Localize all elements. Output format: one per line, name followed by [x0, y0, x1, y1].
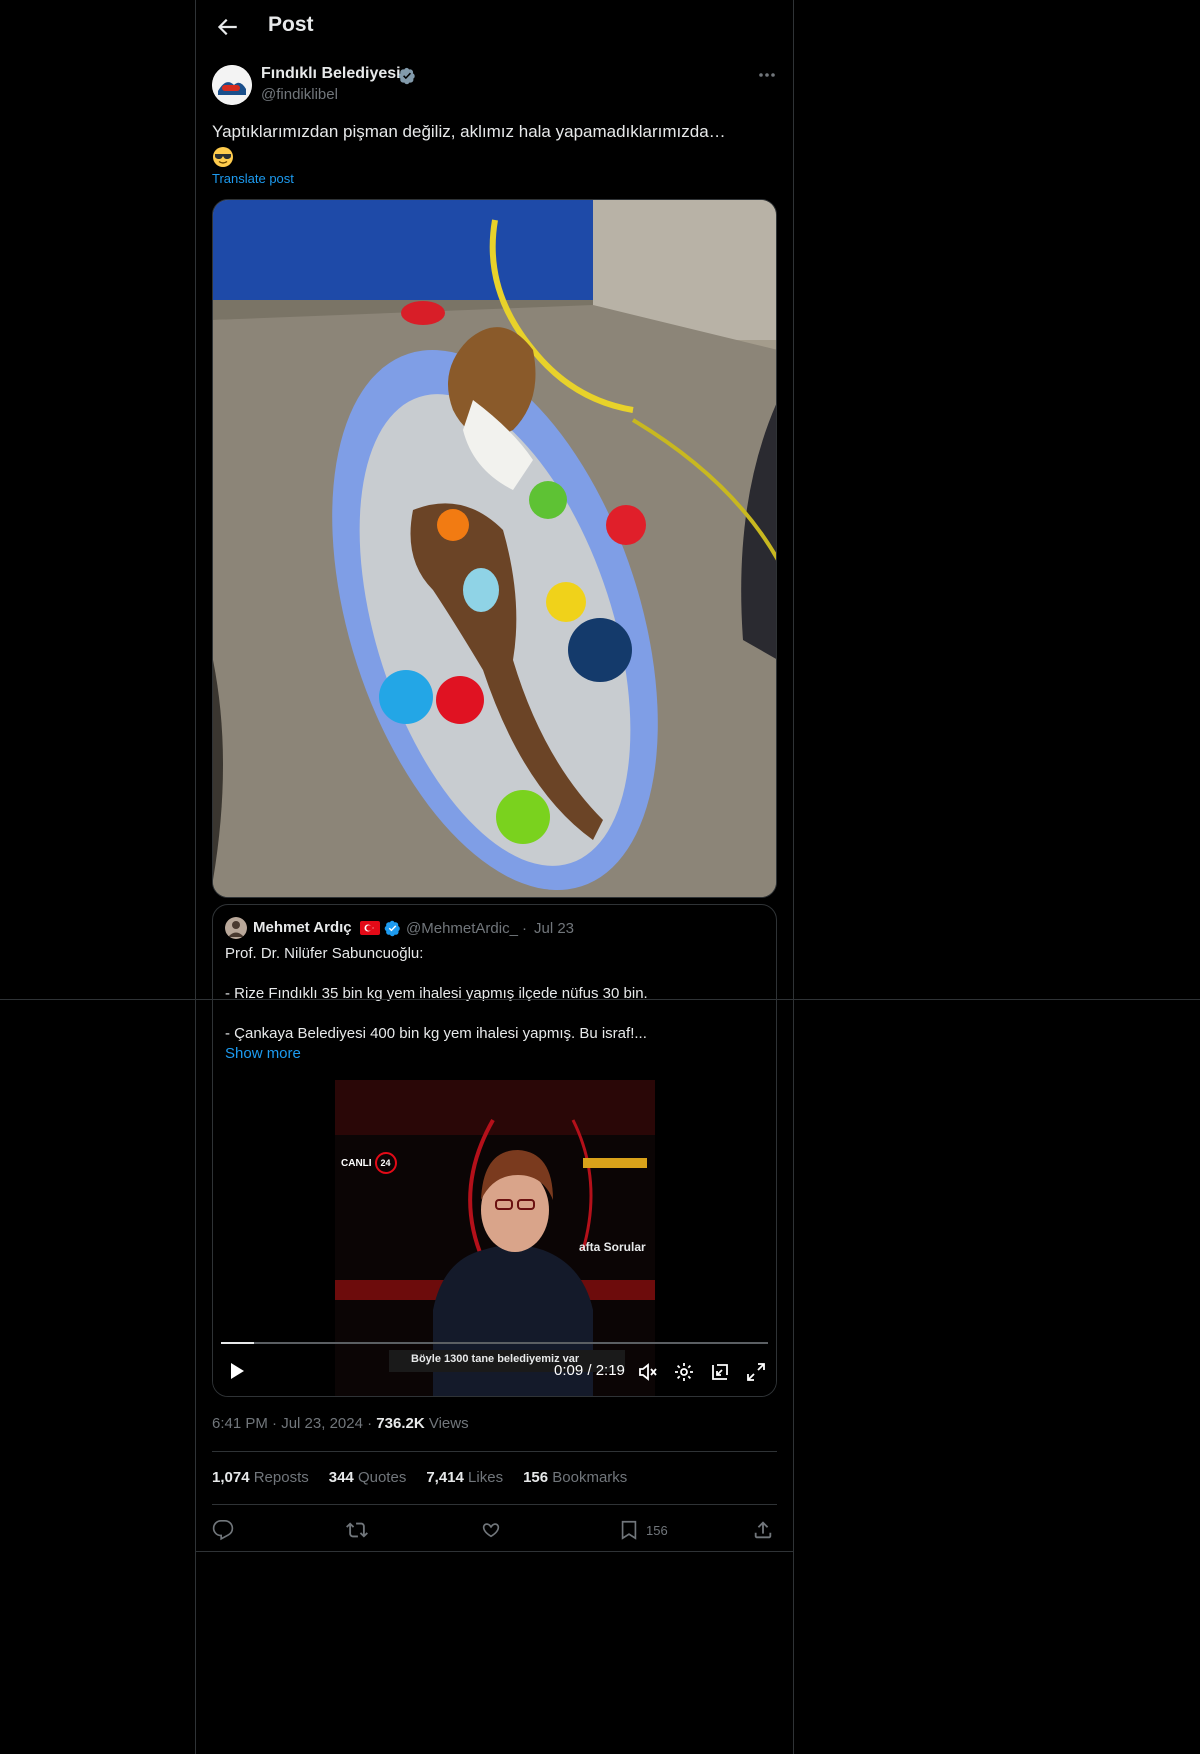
engagement-stats: 1,074 Reposts 344 Quotes 7,414 Likes 156…: [212, 1469, 627, 1486]
video-time: 0:09 / 2:19: [554, 1362, 625, 1379]
stat-likes[interactable]: 7,414 Likes: [426, 1469, 503, 1486]
post-header: Post: [196, 0, 793, 54]
action-bar: 156: [196, 1510, 793, 1550]
verified-badge-icon: [384, 920, 400, 937]
settings-gear-icon[interactable]: [673, 1361, 695, 1383]
bookmark-icon: [621, 1520, 637, 1540]
reply-icon: [212, 1520, 234, 1541]
author-name[interactable]: Fındıklı Belediyesi: [261, 65, 401, 83]
post-photo[interactable]: [212, 199, 777, 898]
quote-text-line: - Çankaya Belediyesi 400 bin kg yem ihal…: [225, 1025, 647, 1042]
verified-badge-icon: [398, 67, 415, 85]
quoted-post[interactable]: Mehmet Ardıç @MehmetArdic_ · Jul 23 Prof…: [212, 904, 777, 1397]
stat-bookmarks[interactable]: 156 Bookmarks: [523, 1469, 627, 1486]
stat-count: 7,414: [426, 1469, 464, 1486]
stat-count: 344: [328, 1469, 354, 1486]
translate-post-link[interactable]: Translate post: [212, 171, 294, 186]
repost-icon: [346, 1522, 368, 1538]
divider: [212, 1504, 777, 1505]
quote-text-line: Prof. Dr. Nilüfer Sabuncuoğlu:: [225, 945, 424, 962]
bookmark-count: 156: [646, 1522, 668, 1538]
post-meta: 6:41 PM · Jul 23, 2024 · 736.2K Views: [212, 1415, 469, 1432]
video-progress-fill: [221, 1342, 254, 1344]
stat-label: Quotes: [357, 1469, 407, 1486]
post-date[interactable]: Jul 23, 2024: [281, 1415, 363, 1432]
back-arrow-icon[interactable]: [214, 14, 240, 40]
video-player[interactable]: CANLI 24 afta Sorular Böyle 1300 tane be…: [213, 1080, 776, 1396]
picture-in-picture-icon[interactable]: [709, 1361, 731, 1383]
sunglasses-emoji-icon: [213, 147, 233, 167]
post-column: Post Fındıklı Belediyesi @findiklibel Ya…: [195, 0, 794, 1754]
like-button[interactable]: [480, 1518, 502, 1542]
show-more-link[interactable]: Show more: [225, 1045, 301, 1062]
author-handle[interactable]: @findiklibel: [261, 86, 338, 103]
stat-reposts[interactable]: 1,074 Reposts: [212, 1469, 309, 1486]
channel-logo-label: CANLI: [341, 1157, 372, 1169]
more-options-icon[interactable]: [756, 66, 778, 84]
share-icon: [754, 1521, 772, 1539]
page-title: Post: [268, 13, 314, 36]
quote-author-handle[interactable]: @MehmetArdic_: [406, 920, 518, 937]
video-progress-bar[interactable]: [221, 1342, 768, 1344]
quote-avatar[interactable]: [225, 917, 247, 939]
avatar[interactable]: [212, 65, 252, 105]
stat-label: Likes: [468, 1469, 504, 1486]
heart-icon: [482, 1523, 500, 1538]
reply-button[interactable]: [212, 1518, 234, 1542]
post-time[interactable]: 6:41 PM: [212, 1415, 268, 1432]
fullscreen-icon[interactable]: [745, 1361, 767, 1383]
share-button[interactable]: [752, 1518, 774, 1542]
views-label: Views: [428, 1415, 469, 1432]
repost-button[interactable]: [346, 1518, 368, 1542]
quote-date[interactable]: Jul 23: [534, 920, 574, 937]
divider: [212, 1451, 777, 1452]
play-icon[interactable]: [225, 1360, 247, 1382]
channel-logo: CANLI 24: [341, 1152, 397, 1174]
mute-icon[interactable]: [637, 1361, 659, 1383]
views-count: 736.2K: [376, 1415, 425, 1432]
stat-count: 1,074: [212, 1469, 250, 1486]
stat-label: Bookmarks: [552, 1469, 628, 1486]
channel-logo-number: 24: [374, 1152, 397, 1174]
divider: [196, 1551, 793, 1552]
turkey-flag-icon: [360, 921, 380, 935]
stat-label: Reposts: [253, 1469, 309, 1486]
post-text: Yaptıklarımızdan pişman değiliz, aklımız…: [212, 122, 726, 141]
stat-count: 156: [523, 1469, 549, 1486]
video-overlay-side-text: afta Sorular: [579, 1240, 646, 1254]
bookmark-button[interactable]: 156: [618, 1518, 668, 1542]
separator-dot: ·: [272, 1415, 278, 1432]
separator-dot: ·: [367, 1415, 373, 1432]
quote-author-name[interactable]: Mehmet Ardıç: [253, 919, 352, 936]
viewport-divider: [0, 999, 1200, 1000]
separator-dot: ·: [522, 920, 527, 937]
stat-quotes[interactable]: 344 Quotes: [329, 1469, 407, 1486]
